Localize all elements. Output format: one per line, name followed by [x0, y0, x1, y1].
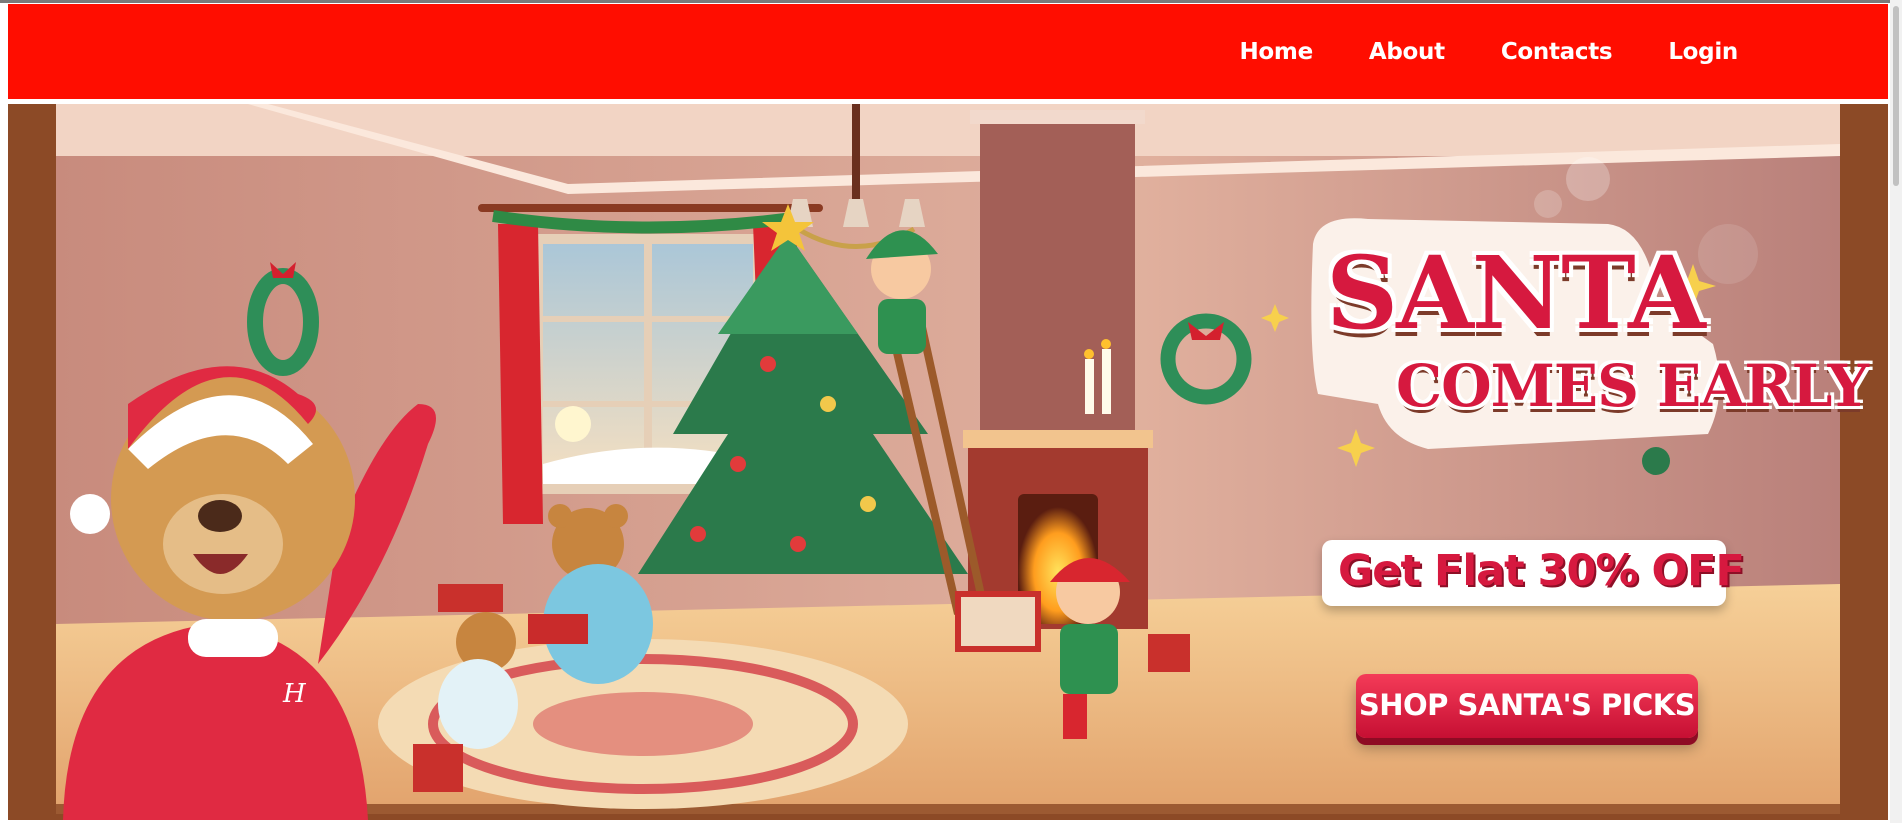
scrollbar-thumb[interactable] [1893, 6, 1899, 186]
chimney [980, 114, 1135, 439]
bear-logo: H [282, 679, 307, 709]
gift-box [413, 744, 463, 792]
nav-link-about[interactable]: About [1369, 39, 1445, 65]
curtain-rod [478, 204, 823, 212]
nav-link-home[interactable]: Home [1239, 39, 1313, 65]
ornament-icon [1642, 447, 1670, 475]
gift-box [1148, 634, 1190, 672]
curtain-left [498, 224, 543, 524]
shop-santas-picks-button[interactable]: SHOP SANTA'S PICKS [1356, 674, 1698, 738]
page-scrollbar[interactable] [1890, 0, 1902, 823]
offer-text: Get Flat 30% OFF [1338, 546, 1745, 596]
nav-link-contacts[interactable]: Contacts [1501, 39, 1613, 65]
navbar: Home About Contacts Login [8, 4, 1888, 99]
browser-top-line [0, 0, 1902, 3]
nav-links: Home About Contacts Login [1183, 4, 1738, 99]
nav-link-login[interactable]: Login [1668, 39, 1738, 65]
promo-title-comes-early: COMES EARLY [1396, 352, 1869, 420]
gift-box [438, 584, 503, 612]
ceiling [56, 104, 1840, 156]
promo-title-santa: SANTA [1326, 234, 1706, 352]
cta-label: SHOP SANTA'S PICKS [1358, 688, 1696, 722]
hero-banner: H SANTA COMES EARLY Get Flat 30% OFF SHO… [8, 104, 1888, 820]
